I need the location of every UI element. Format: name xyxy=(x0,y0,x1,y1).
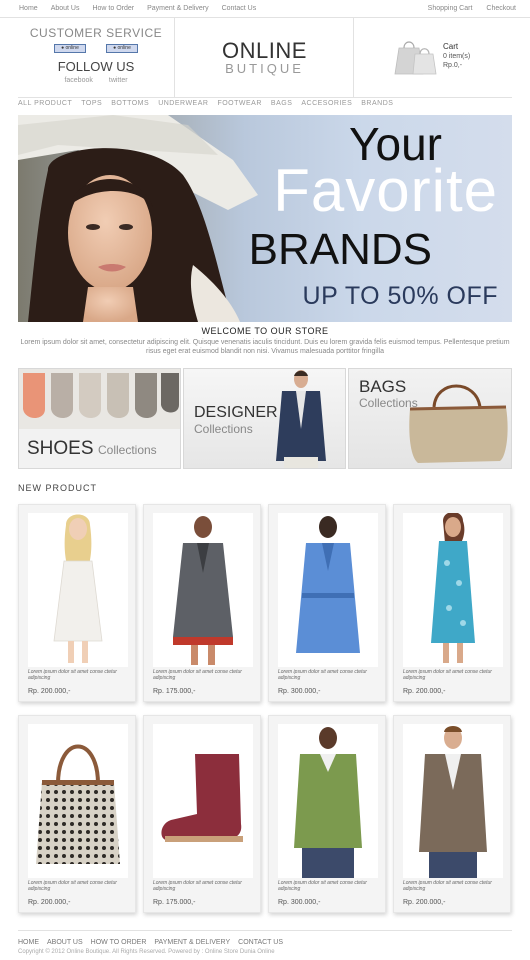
header: CUSTOMER SERVICE ● online ● online FOLLO… xyxy=(18,18,512,98)
top-nav: Home About Us How to Order Payment & Del… xyxy=(19,5,256,12)
new-product-title: NEW PRODUCT xyxy=(18,483,97,493)
welcome-text: Lorem ipsum dolor sit amet, consectetur … xyxy=(20,339,510,355)
category-all-product[interactable]: ALL PRODUCT xyxy=(18,100,72,114)
logo-subtext: BUTIQUE xyxy=(225,61,304,76)
social-links: facebook twitter xyxy=(18,77,174,84)
footer-nav-home[interactable]: HOME xyxy=(18,939,39,946)
shoes-image xyxy=(19,369,180,429)
shoes-collection-tile[interactable]: SHOES Collections xyxy=(18,368,181,469)
messenger-status-button[interactable]: ● online xyxy=(106,44,138,53)
welcome-section: WELCOME TO OUR STORE Lorem ipsum dolor s… xyxy=(18,326,512,356)
messenger-buttons: ● online ● online xyxy=(18,44,174,53)
shopping-cart-link[interactable]: Shopping Cart xyxy=(428,5,473,12)
product-price: Rp. 175.000,- xyxy=(153,899,196,906)
category-underwear[interactable]: UNDERWEAR xyxy=(158,100,208,114)
bags-collection-tile[interactable]: BAGS Collections xyxy=(348,368,512,469)
product-card[interactable]: Lorem ipsum dolor sit amet conse ctetur … xyxy=(393,715,511,913)
product-card[interactable]: Lorem ipsum dolor sit amet conse ctetur … xyxy=(143,715,261,913)
product-description: Lorem ipsum dolor sit amet conse ctetur … xyxy=(403,669,492,681)
twitter-link[interactable]: twitter xyxy=(109,77,128,84)
banner-line-favorite: Favorite xyxy=(273,157,498,224)
promo-banner[interactable]: Your Favorite BRANDS UP TO 50% OFF xyxy=(18,115,512,322)
product-image-white-dress xyxy=(28,513,128,667)
product-image-gray-coat xyxy=(153,513,253,667)
customer-service-title: CUSTOMER SERVICE xyxy=(29,26,163,40)
cart-panel[interactable]: Cart 0 item(s) Rp.0,- xyxy=(355,18,512,98)
cart-summary: Cart 0 item(s) Rp.0,- xyxy=(443,42,470,70)
top-nav-payment[interactable]: Payment & Delivery xyxy=(147,5,208,12)
product-description: Lorem ipsum dolor sit amet conse ctetur … xyxy=(278,669,367,681)
product-price: Rp. 300.000,- xyxy=(278,899,321,906)
customer-service-panel: CUSTOMER SERVICE ● online ● online FOLLO… xyxy=(18,18,175,98)
banner-discount: UP TO 50% OFF xyxy=(302,282,498,310)
top-nav-home[interactable]: Home xyxy=(19,5,38,12)
footer: HOME ABOUT US HOW TO ORDER PAYMENT & DEL… xyxy=(18,930,512,955)
logo-text: ONLINE xyxy=(222,38,307,63)
product-description: Lorem ipsum dolor sit amet conse ctetur … xyxy=(278,880,367,892)
category-tops[interactable]: TOPS xyxy=(81,100,102,114)
product-image-floral-dress xyxy=(403,513,503,667)
cart-title: Cart xyxy=(443,42,459,51)
checkout-link[interactable]: Checkout xyxy=(486,5,516,12)
bag-image xyxy=(409,384,508,463)
product-image-blue-trench-coat xyxy=(278,513,378,667)
footer-nav-how-to-order[interactable]: HOW TO ORDER xyxy=(91,939,147,946)
product-price: Rp. 175.000,- xyxy=(153,688,196,695)
category-footwear[interactable]: FOOTWEAR xyxy=(217,100,261,114)
product-card[interactable]: Lorem ipsum dolor sit amet conse ctetur … xyxy=(143,504,261,702)
product-card[interactable]: Lorem ipsum dolor sit amet conse ctetur … xyxy=(18,715,136,913)
shoes-collection-caption: SHOES Collections xyxy=(27,439,157,459)
top-nav-contact[interactable]: Contact Us xyxy=(222,5,257,12)
follow-us-title: FOLLOW US xyxy=(57,59,135,74)
welcome-title: WELCOME TO OUR STORE xyxy=(201,326,329,336)
product-description: Lorem ipsum dolor sit amet conse ctetur … xyxy=(153,880,242,892)
product-description: Lorem ipsum dolor sit amet conse ctetur … xyxy=(28,669,117,681)
top-bar: Home About Us How to Order Payment & Del… xyxy=(0,0,530,18)
product-price: Rp. 200.000,- xyxy=(28,899,71,906)
shopping-bags-icon xyxy=(394,41,437,75)
logo[interactable]: ONLINE BUTIQUE xyxy=(176,18,354,98)
footer-nav-payment[interactable]: PAYMENT & DELIVERY xyxy=(154,939,230,946)
cart-items: 0 item(s) xyxy=(443,53,471,60)
category-nav: ALL PRODUCT TOPS BOTTOMS UNDERWEAR FOOTW… xyxy=(18,100,512,114)
shoes-collection-subtitle: Collections xyxy=(97,443,157,457)
category-bottoms[interactable]: BOTTOMS xyxy=(111,100,149,114)
product-price: Rp. 300.000,- xyxy=(278,688,321,695)
messenger-status-button[interactable]: ● online xyxy=(54,44,86,53)
product-price: Rp. 200.000,- xyxy=(28,688,71,695)
shoes-collection-title: SHOES xyxy=(27,438,94,459)
product-card[interactable]: Lorem ipsum dolor sit amet conse ctetur … xyxy=(18,504,136,702)
product-image-green-sweater xyxy=(278,724,378,878)
top-nav-right: Shopping Cart Checkout xyxy=(428,5,516,12)
product-image-patterned-tote xyxy=(28,724,128,878)
footer-nav-contact[interactable]: CONTACT US xyxy=(238,939,283,946)
product-price: Rp. 200.000,- xyxy=(403,688,446,695)
footer-nav-about[interactable]: ABOUT US xyxy=(47,939,83,946)
footer-nav: HOME ABOUT US HOW TO ORDER PAYMENT & DEL… xyxy=(18,939,512,946)
copyright: Copyright © 2012 Online Boutique. All Ri… xyxy=(18,949,275,955)
product-price: Rp. 200.000,- xyxy=(403,899,446,906)
designer-collection-tile[interactable]: DESIGNER Collections xyxy=(183,368,346,469)
category-brands[interactable]: BRANDS xyxy=(361,100,393,114)
top-nav-how-to-order[interactable]: How to Order xyxy=(92,5,134,12)
product-card[interactable]: Lorem ipsum dolor sit amet conse ctetur … xyxy=(268,715,386,913)
banner-model-image xyxy=(18,115,258,322)
designer-model-image xyxy=(276,370,326,468)
product-image-red-boot xyxy=(153,724,253,878)
product-image-tan-blazer xyxy=(403,724,503,878)
category-bags[interactable]: BAGS xyxy=(271,100,292,114)
product-card[interactable]: Lorem ipsum dolor sit amet conse ctetur … xyxy=(393,504,511,702)
banner-line-brands: BRANDS xyxy=(248,225,432,274)
facebook-link[interactable]: facebook xyxy=(64,77,92,84)
category-accesories[interactable]: ACCESORIES xyxy=(301,100,352,114)
cart-total: Rp.0,- xyxy=(443,62,463,69)
product-description: Lorem ipsum dolor sit amet conse ctetur … xyxy=(403,880,492,892)
product-description: Lorem ipsum dolor sit amet conse ctetur … xyxy=(153,669,242,681)
product-card[interactable]: Lorem ipsum dolor sit amet conse ctetur … xyxy=(268,504,386,702)
product-description: Lorem ipsum dolor sit amet conse ctetur … xyxy=(28,880,117,892)
top-nav-about[interactable]: About Us xyxy=(51,5,80,12)
